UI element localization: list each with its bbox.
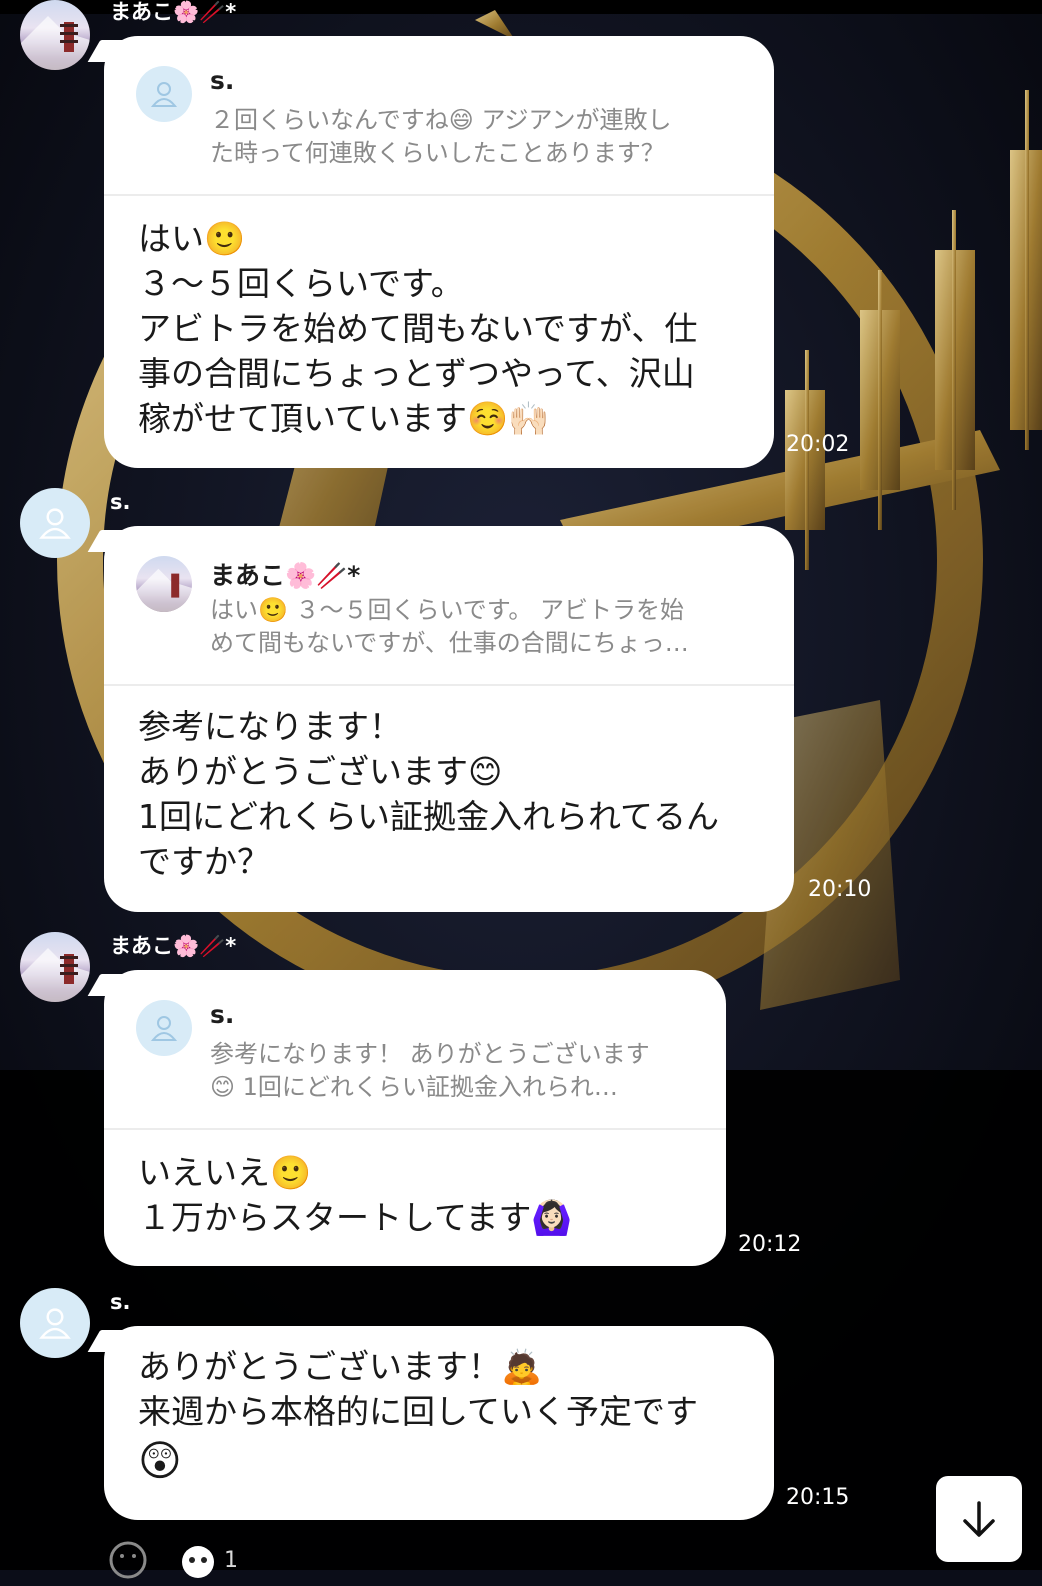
sender-name: s.: [110, 490, 131, 514]
sender-avatar-maako[interactable]: [20, 932, 90, 1002]
sender-name: まあこ🌸🥢*: [110, 0, 237, 24]
sender-avatar-maako[interactable]: [20, 0, 90, 70]
message-line: ３〜５回くらいです。: [138, 264, 464, 303]
sender-name: s.: [110, 1290, 131, 1314]
message-line: 稼がせて頂いています☺️🙌🏻: [138, 399, 550, 438]
add-reaction-button[interactable]: [108, 1540, 148, 1586]
message-line: いえいえ🙂: [138, 1153, 312, 1192]
sender-avatar-s[interactable]: [20, 488, 90, 558]
message-bubble[interactable]: s. ２回くらいなんですね😄 アジアンが連敗し た時って何連敗くらいしたことあり…: [87, 36, 774, 468]
arrow-down-icon: [963, 1501, 995, 1537]
sender-avatar-s[interactable]: [20, 1288, 90, 1358]
quote-sender-name: s.: [210, 66, 235, 95]
message-timestamp: 20:12: [738, 1232, 802, 1257]
quote-sender-name: s.: [210, 1000, 235, 1029]
quote-text-line: めて間もないですが、仕事の合間にちょっ…: [210, 629, 689, 657]
mountain-pagoda-icon: [20, 16, 90, 70]
message-timestamp: 20:10: [808, 877, 872, 902]
reaction-chip[interactable]: 1: [178, 1540, 238, 1580]
message-bubble[interactable]: s. 参考になります！ ありがとうございます 😊 1回にどれくらい証拠金入れられ…: [87, 970, 726, 1266]
message-line: ですか？: [138, 842, 270, 881]
quote-avatar: [136, 556, 192, 612]
user-icon: [150, 82, 178, 107]
reply-quote[interactable]: まあこ🌸🥢* はい🙂 ３〜５回くらいです。 アビトラを始 めて間もないですが、仕…: [104, 526, 794, 686]
reply-quote[interactable]: s. ２回くらいなんですね😄 アジアンが連敗し た時って何連敗くらいしたことあり…: [104, 36, 774, 196]
mountain-pagoda-icon: [20, 948, 90, 1002]
quote-text-line: た時って何連敗くらいしたことあります？: [210, 139, 665, 167]
message-timestamp: 20:15: [786, 1485, 850, 1510]
quote-text-line: はい🙂 ３〜５回くらいです。 アビトラを始: [210, 596, 685, 624]
quote-text-line: 😊 1回にどれくらい証拠金入れられ…: [210, 1073, 618, 1101]
quote-sender-name: まあこ🌸🥢*: [210, 561, 361, 590]
message-line: はい🙂: [138, 219, 246, 258]
quote-text-line: 参考になります！ ありがとうございます: [210, 1040, 650, 1068]
message-timestamp: 20:02: [786, 432, 850, 457]
message-line: ありがとうございます！🙇: [138, 1347, 543, 1386]
reaction-count: 1: [224, 1547, 238, 1573]
message-line: 😲: [138, 1436, 182, 1485]
message-line: 来週から本格的に回していく予定です: [138, 1392, 699, 1431]
smile-icon: [109, 1541, 147, 1579]
message-line: 1回にどれくらい証拠金入れられてるん: [138, 797, 720, 836]
message-bubble[interactable]: まあこ🌸🥢* はい🙂 ３〜５回くらいです。 アビトラを始 めて間もないですが、仕…: [87, 526, 794, 912]
reply-quote[interactable]: s. 参考になります！ ありがとうございます 😊 1回にどれくらい証拠金入れられ…: [104, 970, 726, 1130]
message-line: 事の合間にちょっとずつやって、沢山: [138, 354, 695, 393]
scroll-to-bottom-button[interactable]: [936, 1476, 1022, 1562]
mountain-pagoda-icon: [136, 568, 192, 612]
message-line: １万からスタートしてます🙆🏻‍♀️: [138, 1198, 573, 1237]
quote-text-line: ２回くらいなんですね😄 アジアンが連敗し: [210, 106, 672, 134]
reaction-sticker-icon: [182, 1546, 214, 1578]
message-line: アビトラを始めて間もないですが、仕: [138, 309, 698, 348]
message-bubble[interactable]: ありがとうございます！🙇 来週から本格的に回していく予定です 😲: [87, 1326, 774, 1520]
user-icon: [39, 1308, 71, 1339]
user-icon: [150, 1016, 178, 1041]
message-line: ありがとうございます😊: [138, 752, 503, 791]
quote-avatar: [136, 1000, 192, 1056]
sender-name: まあこ🌸🥢*: [110, 934, 237, 958]
quote-avatar: [136, 66, 192, 122]
user-icon: [39, 508, 71, 539]
message-line: 参考になります！: [138, 707, 402, 746]
